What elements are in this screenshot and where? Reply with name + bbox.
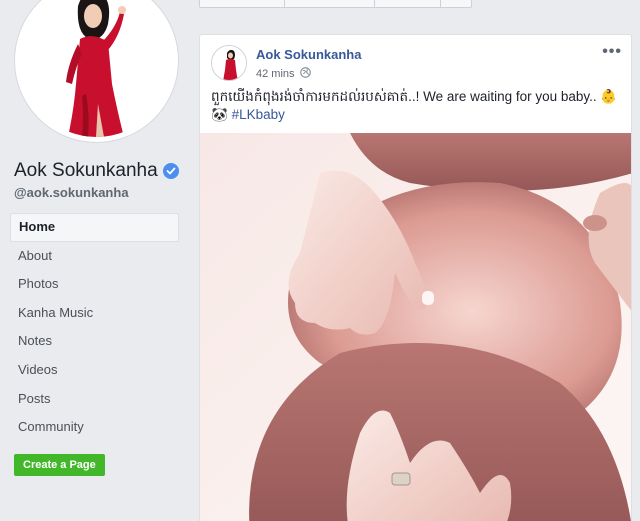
- nav-item-videos[interactable]: Videos: [10, 356, 179, 385]
- page-sidebar: Aok Sokunkanha @aok.sokunkanha Home Abou…: [0, 0, 188, 521]
- panda-emoji: 🐼: [211, 107, 228, 122]
- page-name[interactable]: Aok Sokunkanha: [14, 160, 179, 182]
- post-options-more-icon[interactable]: •••: [602, 43, 622, 61]
- pregnancy-photo-image: [200, 133, 631, 521]
- page-nav: Home About Photos Kanha Music Notes Vide…: [10, 213, 179, 442]
- post-timestamp: 42 mins: [256, 67, 311, 81]
- create-page-button[interactable]: Create a Page: [14, 454, 105, 476]
- page-name-text[interactable]: Aok Sokunkanha: [14, 160, 158, 182]
- post-author-avatar[interactable]: [211, 45, 247, 81]
- action-bar-divider: [284, 0, 285, 7]
- post-time-text[interactable]: 42 mins: [256, 68, 295, 80]
- post-photo[interactable]: [200, 133, 631, 521]
- page-handle[interactable]: @aok.sokunkanha: [14, 185, 129, 200]
- post-author-name[interactable]: Aok Sokunkanha: [256, 47, 361, 62]
- nav-item-photos[interactable]: Photos: [10, 270, 179, 299]
- action-bar-divider: [374, 0, 375, 7]
- nav-item-about[interactable]: About: [10, 242, 179, 271]
- nav-item-community[interactable]: Community: [10, 413, 179, 442]
- post-message: ពួកយើងកំពុងរង់ចាំការមកដល់របស់គាត់..! We …: [211, 88, 626, 124]
- verified-badge-icon: [162, 163, 179, 179]
- page-action-bar[interactable]: [199, 0, 472, 8]
- profile-picture[interactable]: [14, 0, 179, 143]
- post-card: Aok Sokunkanha 42 mins ••• ពួកយើងកំពុងរង…: [199, 34, 632, 521]
- profile-photo-image: [20, 0, 173, 137]
- globe-icon[interactable]: [299, 67, 311, 81]
- nav-item-home[interactable]: Home: [10, 213, 179, 242]
- post-message-text: ពួកយើងកំពុងរង់ចាំការមកដល់របស់គាត់..! We …: [211, 89, 618, 104]
- nav-item-kanha-music[interactable]: Kanha Music: [10, 299, 179, 328]
- nav-item-notes[interactable]: Notes: [10, 327, 179, 356]
- nav-item-posts[interactable]: Posts: [10, 385, 179, 414]
- hashtag-link[interactable]: #LKbaby: [232, 107, 285, 122]
- action-bar-divider: [440, 0, 441, 7]
